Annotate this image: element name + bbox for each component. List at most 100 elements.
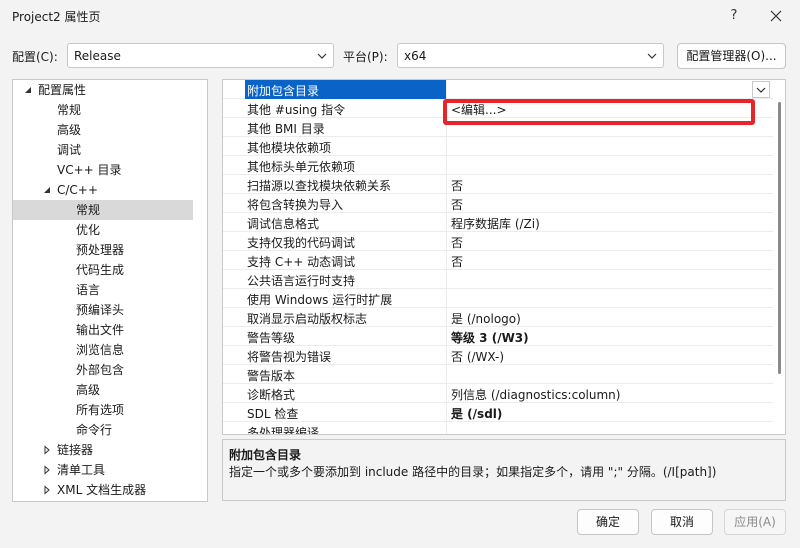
column-divider	[446, 194, 447, 213]
property-row[interactable]: 支持仅我的代码调试 否	[223, 232, 773, 251]
tree-item[interactable]: XML 文档生成器	[13, 480, 193, 500]
grid-scrollbar[interactable]	[773, 80, 785, 434]
column-divider	[446, 175, 447, 194]
property-row[interactable]: 警告等级 等级 3 (/W3)	[223, 327, 773, 346]
tree-item[interactable]: 浏览信息	[13, 340, 193, 360]
property-row[interactable]: 支持 C++ 动态调试 否	[223, 251, 773, 270]
property-value[interactable]: 列信息 (/diagnostics:column)	[451, 386, 620, 403]
property-value[interactable]: 否	[451, 234, 463, 251]
property-value[interactable]: 否	[451, 253, 463, 270]
tree-item-label: 高级	[57, 123, 82, 137]
property-name: 支持仅我的代码调试	[247, 236, 356, 250]
property-row[interactable]: 公共语言运行时支持	[223, 270, 773, 289]
tree-item[interactable]: 常规	[13, 100, 193, 120]
cancel-button[interactable]: 取消	[651, 509, 713, 535]
ok-label: 确定	[595, 515, 620, 529]
tree-item-label: 优化	[76, 223, 101, 237]
tree-item[interactable]: 输出文件	[13, 320, 193, 340]
tree-item[interactable]: 优化	[13, 220, 193, 240]
expanded-triangle-icon[interactable]	[23, 85, 33, 95]
property-row[interactable]: 诊断格式 列信息 (/diagnostics:column)	[223, 384, 773, 403]
property-value[interactable]: 否	[451, 196, 463, 213]
column-divider	[446, 346, 447, 365]
column-divider	[446, 327, 447, 346]
tree-item-label: 常规	[57, 103, 82, 117]
property-value[interactable]: 等级 3 (/W3)	[451, 329, 529, 346]
collapsed-triangle-icon[interactable]	[42, 445, 52, 455]
property-name: 将警告视为错误	[247, 350, 332, 364]
property-row[interactable]: 其他模块依赖项	[223, 137, 773, 156]
tree-item[interactable]: 代码生成	[13, 260, 193, 280]
tree-item-label: 浏览信息	[76, 343, 125, 357]
tree-item-label: 调试	[57, 143, 82, 157]
tree-item-label: 配置属性	[38, 83, 87, 97]
property-row[interactable]: 使用 Windows 运行时扩展	[223, 289, 773, 308]
grid-scroll-thumb[interactable]	[778, 102, 781, 374]
property-row[interactable]: 多处理器编译	[223, 422, 773, 434]
apply-button[interactable]: 应用(A)	[724, 509, 786, 535]
property-name: 将包含转换为导入	[247, 198, 344, 212]
tree-item[interactable]: 外部包含	[13, 360, 193, 380]
config-label: 配置(C):	[12, 50, 58, 64]
tree-item[interactable]: 预处理器	[13, 240, 193, 260]
value-dropdown-button[interactable]	[752, 81, 770, 98]
property-value[interactable]: 否 (/WX-)	[451, 348, 504, 365]
tree-item-label: VC++ 目录	[57, 163, 122, 177]
tree-item[interactable]: C/C++	[13, 180, 193, 200]
tree-item[interactable]: 配置属性	[13, 80, 193, 100]
tree-item[interactable]: 调试	[13, 140, 193, 160]
property-row[interactable]: 取消显示启动版权标志 是 (/nologo)	[223, 308, 773, 327]
property-row[interactable]: 将警告视为错误 否 (/WX-)	[223, 346, 773, 365]
property-row[interactable]: 附加包含目录	[223, 80, 773, 99]
property-row[interactable]: 将包含转换为导入 否	[223, 194, 773, 213]
column-divider	[446, 365, 447, 384]
property-row[interactable]: 其他标头单元依赖项	[223, 156, 773, 175]
help-label: ?	[730, 8, 738, 23]
tree-item[interactable]: 清单工具	[13, 460, 193, 480]
close-button[interactable]	[752, 0, 800, 32]
config-manager-label: 配置管理器(O)...	[686, 49, 777, 63]
property-name: 诊断格式	[247, 388, 296, 402]
tree-panel: 配置属性 常规 高级 调试 VC++ 目录 C/C++ 常规 优化 预处理器 代码生成 语言 预编译头…	[12, 79, 208, 502]
column-divider	[446, 289, 447, 308]
tree-item-label: C/C++	[57, 183, 98, 197]
config-manager-button[interactable]: 配置管理器(O)...	[677, 43, 786, 69]
tree-item[interactable]: 命令行	[13, 420, 193, 440]
tree-item[interactable]: 所有选项	[13, 400, 193, 420]
property-name: 警告等级	[247, 331, 296, 345]
config-combo[interactable]: Release	[67, 43, 334, 68]
property-row[interactable]: SDL 检查 是 (/sdl)	[223, 403, 773, 422]
tree-item[interactable]: 链接器	[13, 440, 193, 460]
tree-item[interactable]: VC++ 目录	[13, 160, 193, 180]
property-value[interactable]: 是 (/nologo)	[451, 310, 521, 327]
ok-button[interactable]: 确定	[577, 509, 639, 535]
property-name: 其他标头单元依赖项	[247, 160, 356, 174]
property-value[interactable]: 是 (/sdl)	[451, 405, 502, 422]
platform-combo[interactable]: x64	[397, 43, 664, 68]
tree-item[interactable]: 语言	[13, 280, 193, 300]
collapsed-triangle-icon[interactable]	[42, 465, 52, 475]
property-row[interactable]: 警告版本	[223, 365, 773, 384]
tree-item-label: 外部包含	[76, 363, 125, 377]
property-value[interactable]: 否	[451, 177, 463, 194]
property-row[interactable]: 调试信息格式 程序数据库 (/Zi)	[223, 213, 773, 232]
tree-item-label: 预处理器	[76, 243, 125, 257]
property-row[interactable]: 扫描源以查找模块依赖关系 否	[223, 175, 773, 194]
tree-item[interactable]: 高级	[13, 380, 193, 400]
chevron-down-icon	[756, 87, 766, 93]
tree-item-label: 高级	[76, 383, 101, 397]
tree-item[interactable]: 预编译头	[13, 300, 193, 320]
chevron-down-icon	[647, 53, 657, 59]
property-value[interactable]: 程序数据库 (/Zi)	[451, 215, 540, 232]
highlight-annotation	[443, 99, 755, 125]
tree-item[interactable]: 高级	[13, 120, 193, 140]
help-button[interactable]: ?	[716, 0, 752, 32]
tree-item[interactable]: 常规	[13, 200, 193, 220]
property-name: 支持 C++ 动态调试	[247, 255, 356, 269]
expanded-triangle-icon[interactable]	[42, 185, 52, 195]
property-name: 使用 Windows 运行时扩展	[247, 293, 393, 307]
collapsed-triangle-icon[interactable]	[42, 485, 52, 495]
column-divider	[446, 384, 447, 403]
column-divider	[446, 137, 447, 156]
column-divider	[446, 422, 447, 434]
